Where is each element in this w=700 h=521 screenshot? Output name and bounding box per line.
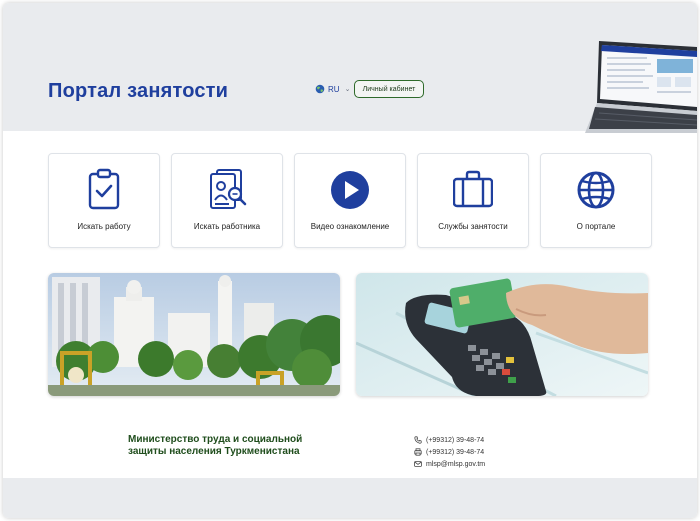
language-selector[interactable]: RU ⌄	[315, 84, 350, 94]
footer-band	[3, 478, 697, 518]
contact-fax[interactable]: (+99312) 39-48-74	[414, 446, 485, 458]
language-code: RU	[328, 84, 340, 94]
phone-icon	[414, 436, 422, 444]
globe-icon	[577, 171, 615, 209]
page-title: Портал занятости	[48, 80, 229, 102]
phone-number: (+99312) 39-48-74	[426, 436, 485, 444]
service-cards: Искать работу Искать работника Видео озн…	[48, 153, 652, 248]
globe-small-icon	[315, 84, 325, 94]
browser-frame: Портал занятости RU ⌄ Личный кабинет Иск…	[3, 3, 697, 518]
contact-list: (+99312) 39-48-74 (+99312) 39-48-74 mlsp…	[414, 434, 485, 470]
card-search-job[interactable]: Искать работу	[48, 153, 160, 248]
ministry-line-2: защиты населения Туркменистана	[128, 446, 300, 457]
city-photo	[48, 273, 340, 396]
fax-icon	[414, 448, 422, 456]
card-intro-video[interactable]: Видео ознакомление	[294, 153, 406, 248]
card-search-worker[interactable]: Искать работника	[171, 153, 283, 248]
payment-terminal-image	[356, 273, 648, 396]
card-about-portal[interactable]: О портале	[540, 153, 652, 248]
header: Портал занятости RU ⌄ Личный кабинет	[3, 3, 697, 133]
card-employment-services[interactable]: Службы занятости	[417, 153, 529, 248]
contact-phone[interactable]: (+99312) 39-48-74	[414, 434, 485, 446]
payment-terminal-photo	[356, 273, 648, 396]
card-label: О портале	[576, 222, 616, 231]
email-address: mlsp@mlsp.gov.tm	[426, 460, 486, 468]
city-photo-image	[48, 273, 340, 396]
briefcase-icon	[453, 170, 493, 208]
chevron-down-icon: ⌄	[344, 86, 351, 93]
resume-search-icon	[210, 169, 247, 209]
card-label: Искать работника	[193, 222, 261, 231]
laptop-illustration	[585, 41, 697, 133]
ministry-name: Министерство труда и социальной защиты н…	[128, 434, 302, 458]
personal-cabinet-button[interactable]: Личный кабинет	[354, 80, 424, 98]
ministry-line-1: Министерство труда и социальной	[128, 434, 303, 445]
card-label: Службы занятости	[438, 222, 508, 231]
card-label: Искать работу	[77, 222, 131, 231]
clipboard-check-icon	[88, 168, 120, 210]
contact-email[interactable]: mlsp@mlsp.gov.tm	[414, 458, 485, 470]
play-circle-icon	[331, 171, 369, 209]
fax-number: (+99312) 39-48-74	[426, 448, 485, 456]
card-label: Видео ознакомление	[310, 222, 390, 231]
mail-icon	[414, 461, 422, 467]
